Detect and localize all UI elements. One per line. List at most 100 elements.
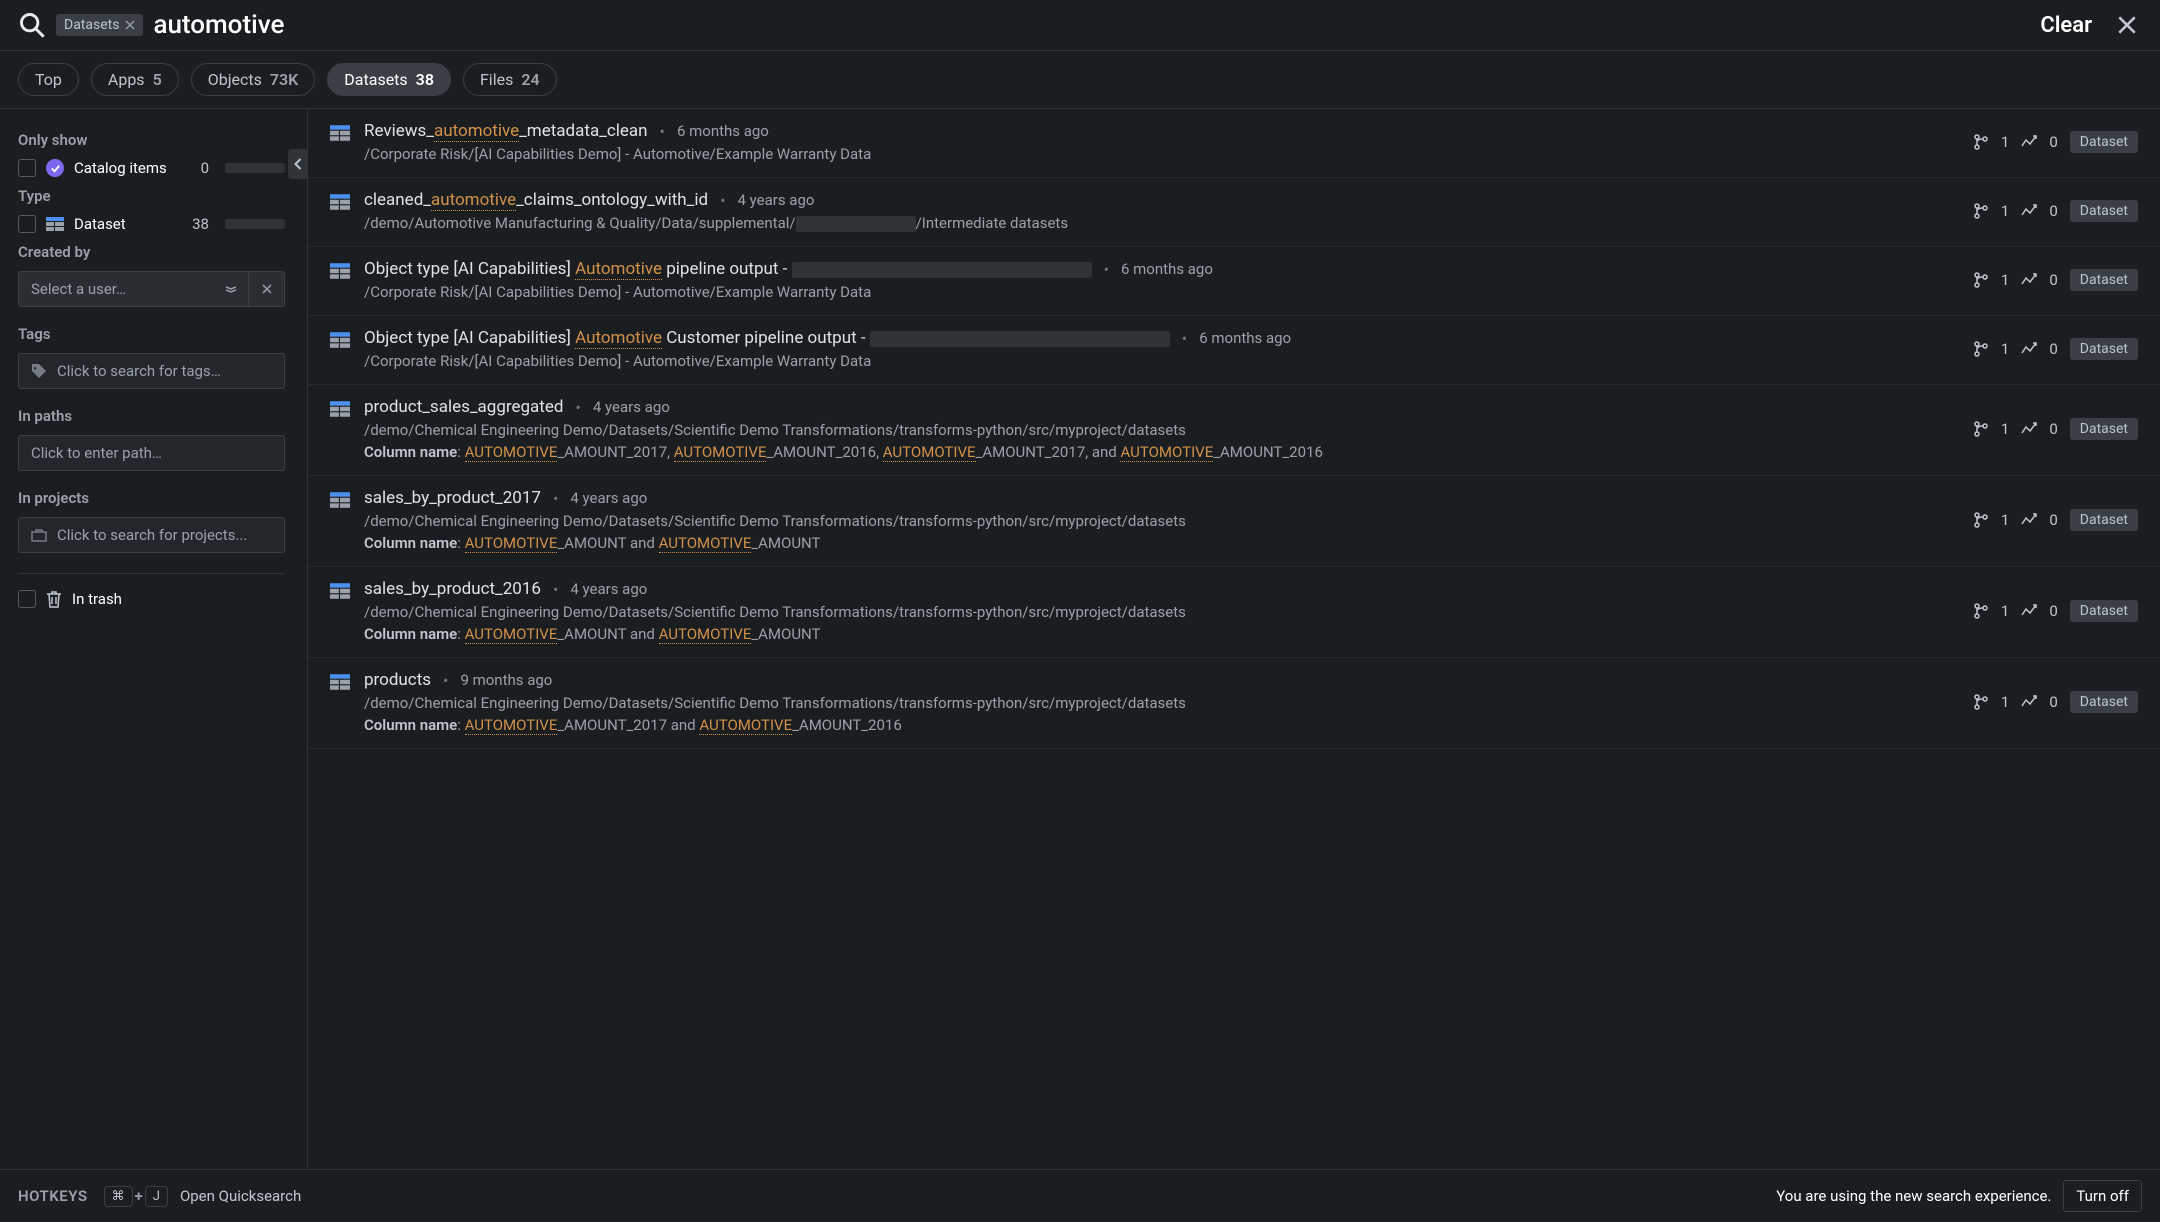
checkbox-catalog[interactable] [18,159,36,177]
paths-label: In paths [18,407,285,425]
result-path: /Corporate Risk/[AI Capabilities Demo] -… [364,283,1959,301]
result-title: Object type [AI Capabilities] Automotive… [364,328,1170,348]
type-pill: Dataset [2070,131,2138,153]
result-title: product_sales_aggregated [364,397,563,417]
result-row[interactable]: Object type [AI Capabilities] Automotive… [308,316,2160,385]
footer-message: You are using the new search experience. [1776,1187,2051,1205]
hotkey-desc: Open Quicksearch [180,1187,301,1205]
chevron-down-icon [226,285,236,293]
separator-dot: • [1182,329,1187,348]
result-row[interactable]: cleaned_automotive_claims_ontology_with_… [308,178,2160,247]
trend-icon [2021,512,2037,528]
result-path: /demo/Chemical Engineering Demo/Datasets… [364,603,1959,621]
tab-count: 5 [153,70,162,89]
result-title: Reviews_automotive_metadata_clean [364,121,648,141]
result-time: 4 years ago [737,191,814,209]
result-time: 6 months ago [1199,329,1291,347]
chip-label: Datasets [64,17,119,33]
result-body: products•9 months ago/demo/Chemical Engi… [364,670,1959,734]
result-body: Reviews_automotive_metadata_clean • 6 mont… [364,121,1959,163]
dataset-filter-count: 38 [189,215,209,233]
tab-count: 73K [270,70,298,89]
result-body: Object type [AI Capabilities] Automotive… [364,328,1959,370]
dataset-icon [330,125,350,163]
result-title: sales_by_product_2017 [364,488,541,508]
branch-icon [1973,134,1989,150]
result-path: /Corporate Risk/[AI Capabilities Demo] -… [364,145,1959,163]
catalog-bar [225,163,285,173]
tab-datasets[interactable]: Datasets38 [327,63,451,96]
checkbox-dataset[interactable] [18,215,36,233]
sidebar-collapse-button[interactable] [288,149,308,179]
filter-catalog-items[interactable]: Catalog items 0 [18,159,285,177]
paths-placeholder: Click to enter path… [31,444,162,462]
result-row[interactable]: sales_by_product_2016•4 years ago/demo/C… [308,567,2160,658]
tab-files[interactable]: Files24 [463,63,557,96]
only-show-label: Only show [18,131,285,149]
filter-type-dataset[interactable]: Dataset 38 [18,215,285,233]
result-row[interactable]: sales_by_product_2017•4 years ago/demo/C… [308,476,2160,567]
user-select-clear[interactable] [249,271,285,307]
result-time: 6 months ago [1121,260,1213,278]
projects-label: In projects [18,489,285,507]
clear-button[interactable]: Clear [2040,13,2092,38]
filter-in-trash[interactable]: In trash [18,590,285,608]
type-pill: Dataset [2070,269,2138,291]
result-path: /demo/Chemical Engineering Demo/Datasets… [364,512,1959,530]
hotkey-j: J [145,1186,168,1207]
tab-label: Datasets [344,70,407,89]
projects-placeholder: Click to search for projects... [57,526,247,544]
result-row[interactable]: Reviews_automotive_metadata_clean • 6 mont… [308,109,2160,178]
branch-count: 1 [2001,511,2009,529]
result-row[interactable]: product_sales_aggregated • 4 years ago/dem… [308,385,2160,476]
tab-label: Top [35,70,62,89]
turn-off-button[interactable]: Turn off [2063,1180,2142,1212]
tab-apps[interactable]: Apps5 [91,63,179,96]
catalog-label: Catalog items [74,159,179,177]
search-input[interactable] [153,10,2040,40]
trend-count: 0 [2049,420,2057,438]
tab-objects[interactable]: Objects73K [191,63,316,96]
trend-icon [2021,421,2037,437]
result-time: 6 months ago [677,122,769,140]
dataset-icon [330,583,350,643]
paths-input[interactable]: Click to enter path… [18,435,285,471]
filter-tabs: Top Apps5 Objects73K Datasets38 Files24 [0,51,2160,109]
branch-icon [1973,203,1989,219]
branch-icon [1973,341,1989,357]
search-chip-datasets[interactable]: Datasets [56,14,143,36]
result-time: 9 months ago [460,671,552,689]
separator-dot: • [443,671,448,690]
projects-input[interactable]: Click to search for projects... [18,517,285,553]
tags-input[interactable]: Click to search for tags… [18,353,285,389]
result-time: 4 years ago [570,580,647,598]
trend-count: 0 [2049,693,2057,711]
result-column-match: Column name: AUTOMOTIVE_AMOUNT_2017 and … [364,716,1959,734]
type-pill: Dataset [2070,691,2138,713]
catalog-count: 0 [189,159,209,177]
tab-label: Files [480,70,513,89]
trash-label: In trash [72,590,285,608]
separator-dot: • [575,398,580,417]
dataset-icon [330,263,350,301]
close-icon[interactable] [2118,16,2136,34]
separator-dot: • [1104,260,1109,279]
chip-remove-icon[interactable] [125,20,135,30]
branch-icon [1973,512,1989,528]
trend-count: 0 [2049,602,2057,620]
dataset-bar [225,219,285,229]
search-icon [18,11,46,39]
result-row[interactable]: Object type [AI Capabilities] Automotive… [308,247,2160,316]
user-select[interactable]: Select a user… [18,271,249,307]
result-path: /demo/Chemical Engineering Demo/Datasets… [364,421,1959,439]
separator-dot: • [660,122,665,141]
checkbox-trash[interactable] [18,590,36,608]
result-time: 4 years ago [593,398,670,416]
tab-top[interactable]: Top [18,63,79,96]
result-row[interactable]: products•9 months ago/demo/Chemical Engi… [308,658,2160,749]
dataset-icon [330,492,350,552]
branch-count: 1 [2001,202,2009,220]
branch-icon [1973,603,1989,619]
result-body: Object type [AI Capabilities] Automotive… [364,259,1959,301]
trend-icon [2021,134,2037,150]
